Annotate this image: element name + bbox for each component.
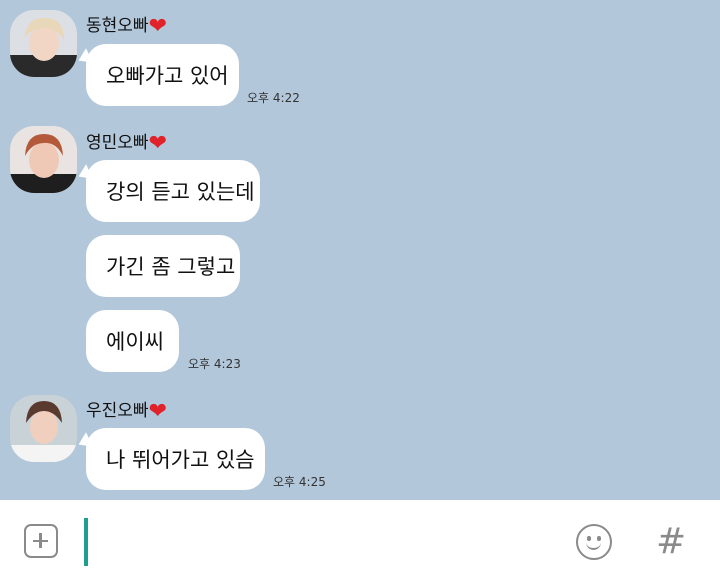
message-text: 오빠가고 있어 <box>106 64 229 88</box>
bubble-tail <box>75 48 93 68</box>
sender-label: 영민오빠 <box>86 133 149 153</box>
bubble-tail <box>75 432 93 452</box>
chat-area[interactable]: 동현오빠❤ 오빠가고 있어 오후 4:22 영민오빠❤ 강의 듣고 있는데 가긴… <box>0 0 720 500</box>
message-bubble[interactable]: 에이씨 <box>86 310 179 372</box>
message-composer: # <box>0 500 720 585</box>
message-text: 강의 듣고 있는데 <box>106 180 255 204</box>
message-time: 오후 4:25 <box>273 475 326 489</box>
message-bubble[interactable]: 나 뛰어가고 있슴 <box>75 428 265 490</box>
message-input[interactable] <box>84 518 88 566</box>
avatar[interactable] <box>10 10 77 77</box>
heart-icon: ❤ <box>148 131 167 156</box>
avatar[interactable] <box>10 395 77 462</box>
hash-icon[interactable]: # <box>656 520 686 564</box>
smiley-icon[interactable] <box>576 524 612 560</box>
message-bubble[interactable]: 가긴 좀 그렇고 <box>86 235 240 297</box>
sender-name: 영민오빠❤ <box>86 128 167 156</box>
message-time: 오후 4:23 <box>188 357 241 371</box>
sender-name: 동현오빠❤ <box>86 11 167 39</box>
heart-icon: ❤ <box>148 14 167 39</box>
message-bubble[interactable]: 강의 듣고 있는데 <box>75 160 260 222</box>
avatar[interactable] <box>10 126 77 193</box>
message-time: 오후 4:22 <box>247 91 300 105</box>
heart-icon: ❤ <box>148 399 167 424</box>
bubble-tail <box>75 164 93 184</box>
sender-label: 동현오빠 <box>86 16 149 36</box>
sender-label: 우진오빠 <box>86 401 149 421</box>
message-text: 가긴 좀 그렇고 <box>106 255 236 279</box>
plus-square-icon[interactable] <box>24 524 58 558</box>
sender-name: 우진오빠❤ <box>86 396 167 424</box>
message-bubble[interactable]: 오빠가고 있어 <box>75 44 239 106</box>
message-text: 에이씨 <box>106 330 164 354</box>
message-text: 나 뛰어가고 있슴 <box>106 448 255 472</box>
mouth <box>586 540 601 550</box>
